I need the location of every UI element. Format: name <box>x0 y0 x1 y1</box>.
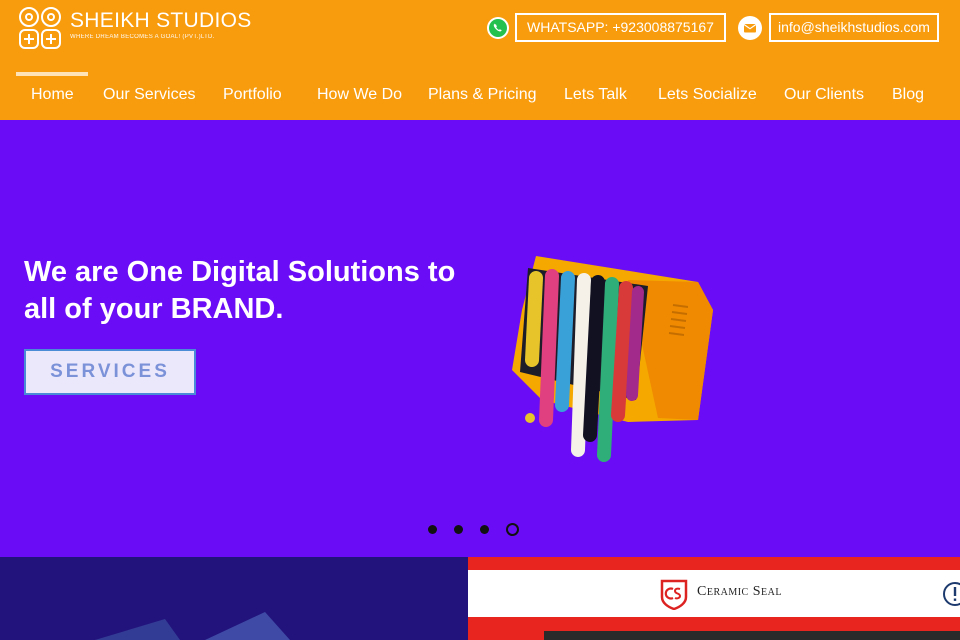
mail-icon[interactable] <box>738 16 762 40</box>
info-icon[interactable] <box>942 581 960 607</box>
nav-item-blog[interactable]: Blog <box>892 86 924 104</box>
nav-item-lets-socialize[interactable]: Lets Socialize <box>658 86 757 104</box>
nav-item-our-clients[interactable]: Our Clients <box>784 86 864 104</box>
email-button[interactable]: info@sheikhstudios.com <box>769 13 939 42</box>
brand-logo[interactable]: SHEIKH STUDIOS WHERE DREAM BECOMES A GOA… <box>16 4 252 52</box>
melting-tv-illustration <box>512 256 713 462</box>
brand-name: SHEIKH STUDIOS <box>70 9 252 32</box>
client-banner: Ceramic Seal <box>468 570 960 617</box>
video-strip <box>544 631 960 640</box>
hero-slider: We are One Digital Solutions to all of y… <box>0 120 960 557</box>
slider-dot-2[interactable] <box>454 525 463 534</box>
site-header: SHEIKH STUDIOS WHERE DREAM BECOMES A GOA… <box>0 0 960 120</box>
ceramic-seal-logo-icon <box>660 579 688 610</box>
portfolio-panel-right[interactable]: Ceramic Seal <box>468 557 960 640</box>
nav-item-portfolio[interactable]: Portfolio <box>223 86 282 104</box>
nav-item-plans-pricing[interactable]: Plans & Pricing <box>428 86 537 104</box>
main-nav: Home Our Services Portfolio How We Do Pl… <box>0 72 960 120</box>
nav-item-lets-talk[interactable]: Lets Talk <box>564 86 627 104</box>
services-button[interactable]: SERVICES <box>24 349 196 395</box>
nav-item-our-services[interactable]: Our Services <box>103 86 195 104</box>
logo-mark-icon <box>19 7 61 49</box>
hero-headline: We are One Digital Solutions to all of y… <box>24 256 456 325</box>
slider-dot-4[interactable] <box>506 523 519 536</box>
nav-active-indicator <box>16 72 88 76</box>
slider-dot-1[interactable] <box>428 525 437 534</box>
whatsapp-button[interactable]: WHATSAPP: +923008875167 <box>515 13 726 42</box>
nav-item-how-we-do[interactable]: How We Do <box>317 86 402 104</box>
nav-item-home[interactable]: Home <box>31 86 74 104</box>
client-name: Ceramic Seal <box>697 584 782 599</box>
devices-illustration <box>95 612 290 640</box>
slider-dots <box>428 523 519 536</box>
brand-tagline: WHERE DREAM BECOMES A GOAL! (PVT.)LTD. <box>70 34 215 40</box>
slider-dot-3[interactable] <box>480 525 489 534</box>
portfolio-panel-left <box>0 557 468 640</box>
whatsapp-icon[interactable] <box>486 16 510 40</box>
